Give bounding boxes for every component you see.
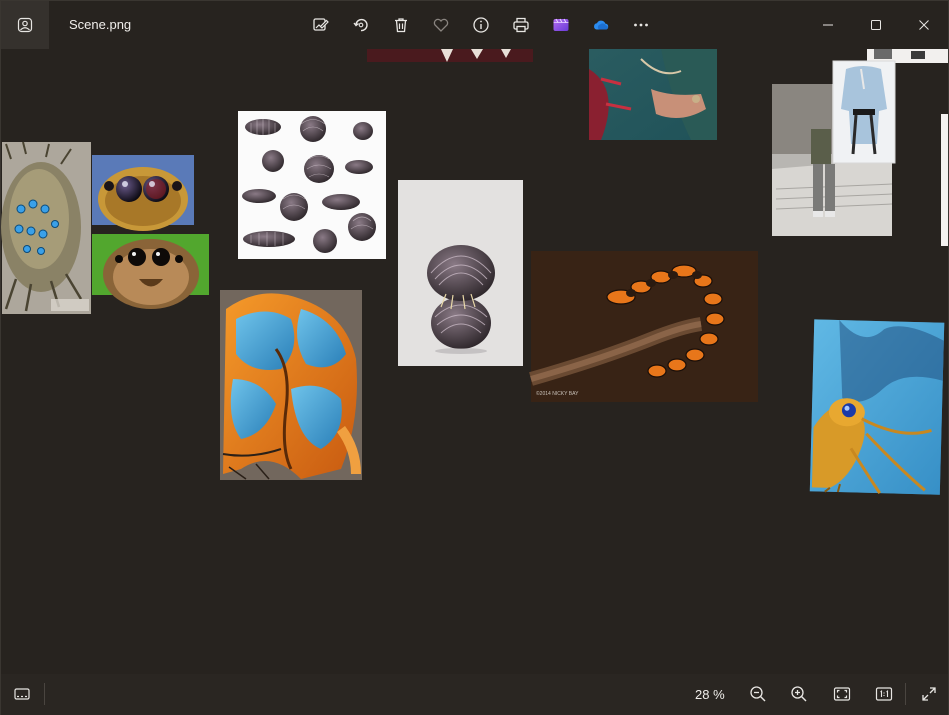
bottom-divider [44, 683, 45, 705]
clipchamp-icon [553, 18, 569, 31]
rotate-button[interactable] [341, 9, 381, 41]
clipchamp-button[interactable] [541, 9, 581, 41]
photos-app-icon-glyph [17, 17, 33, 33]
millipede-on-branch-tile: ©2014 NICKY BAY [529, 251, 758, 402]
minimize-button[interactable] [804, 1, 852, 49]
file-name: Scene.png [69, 17, 132, 32]
fit-to-window-button[interactable] [825, 679, 859, 709]
blue-golden-beetle-tile [809, 319, 945, 495]
window-controls [804, 1, 948, 49]
bottom-bar: 28 % [1, 674, 948, 715]
orange-blue-beetle-tile [220, 290, 362, 480]
actual-size-icon [875, 687, 893, 701]
fantasy-beetle-tile [1, 141, 91, 314]
zoom-level[interactable]: 28 % [695, 687, 725, 702]
rotate-icon [353, 18, 368, 32]
image-toolbar [301, 9, 661, 41]
info-icon [473, 17, 489, 33]
fullscreen-icon [922, 687, 936, 701]
zoom-out-button[interactable] [741, 679, 775, 709]
zoom-in-button[interactable] [782, 679, 816, 709]
maximize-button[interactable] [852, 1, 900, 49]
more-options-button[interactable] [621, 9, 661, 41]
fullscreen-button[interactable] [912, 679, 946, 709]
printer-icon [513, 17, 529, 33]
more-horizontal-icon [634, 23, 648, 27]
zoom-in-icon [791, 686, 807, 702]
print-button[interactable] [501, 9, 541, 41]
actual-size-button[interactable] [867, 679, 901, 709]
zoom-out-icon [750, 686, 766, 702]
pill-bugs-collection-tile [238, 111, 386, 259]
photos-app-window: Scene.png ©2014 NICKY BAY 28 % [0, 0, 949, 715]
trash-icon [395, 18, 407, 33]
streetwear-jacket-tile [832, 60, 896, 164]
edit-image-button[interactable] [301, 9, 341, 41]
jumping-spider-eyes-tile [92, 155, 194, 231]
collage-image: ©2014 NICKY BAY [1, 49, 948, 495]
stacked-pill-bugs-tile [398, 180, 523, 366]
filmstrip-button[interactable] [5, 679, 39, 709]
onedrive-cloud-icon [594, 20, 609, 30]
bottom-divider-right [905, 683, 906, 705]
image-canvas[interactable]: ©2014 NICKY BAY [1, 49, 948, 674]
maximize-icon [871, 20, 881, 30]
favorite-button[interactable] [421, 9, 461, 41]
edit-image-icon [313, 18, 329, 31]
delete-button[interactable] [381, 9, 421, 41]
fit-to-window-icon [833, 687, 851, 701]
svg-text:©2014 NICKY BAY: ©2014 NICKY BAY [536, 390, 579, 397]
file-info-button[interactable] [461, 9, 501, 41]
minimize-icon [823, 24, 833, 26]
heart-icon [433, 18, 449, 32]
photos-app-icon[interactable] [1, 1, 49, 49]
right-edge-tile [941, 114, 948, 246]
dark-red-strip-tile [367, 49, 533, 62]
woman-teal-dress-tile [589, 49, 717, 140]
filmstrip-icon [14, 688, 30, 700]
onedrive-button[interactable] [581, 9, 621, 41]
jumping-spider-face-tile [92, 234, 209, 309]
close-icon [919, 20, 929, 30]
close-button[interactable] [900, 1, 948, 49]
title-bar: Scene.png [1, 1, 948, 49]
